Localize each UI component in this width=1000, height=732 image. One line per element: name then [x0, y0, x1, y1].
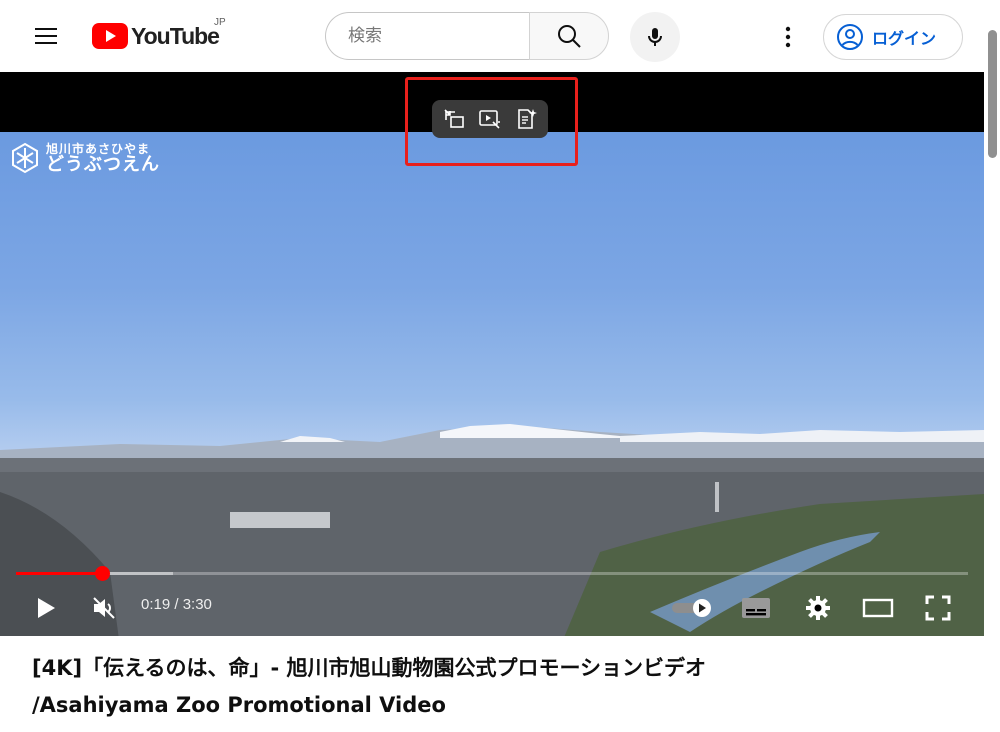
- search-box[interactable]: [325, 12, 530, 60]
- login-button[interactable]: ログイン: [823, 14, 963, 60]
- settings-more-button[interactable]: [770, 17, 806, 57]
- gear-icon: [806, 596, 830, 620]
- video-title: [4K]「伝えるのは、命」- 旭川市旭山動物園公式プロモーションビデオ /Asa…: [32, 650, 932, 724]
- autoplay-toggle[interactable]: [668, 586, 716, 630]
- zoo-logo: 旭川市あさひやま どうぶつえん: [10, 142, 160, 176]
- summary-ai-button[interactable]: [510, 103, 542, 135]
- summary-ai-icon: [518, 109, 537, 129]
- video-title-line2: /Asahiyama Zoo Promotional Video: [32, 693, 446, 717]
- theater-mode-button[interactable]: [858, 586, 898, 630]
- zoo-snowflake-logo-icon: [12, 142, 38, 174]
- progress-bar[interactable]: [16, 566, 968, 581]
- search-icon: [558, 25, 581, 48]
- video-title-line1: [4K]「伝えるのは、命」- 旭川市旭山動物園公式プロモーションビデオ: [32, 656, 707, 680]
- time-display: 0:19 / 3:30: [141, 596, 212, 613]
- subtitles-icon: [742, 598, 770, 618]
- hamburger-icon: [35, 28, 57, 44]
- player-controls: 0:19 / 3:30: [0, 580, 984, 636]
- video-ai-button[interactable]: [474, 103, 506, 135]
- video-scenery: [0, 424, 984, 636]
- progress-played: [16, 572, 102, 575]
- video-ai-icon: [479, 110, 500, 129]
- zoo-logo-line2: どうぶつえん: [46, 153, 160, 175]
- progress-scrubber[interactable]: [94, 566, 110, 581]
- country-code: JP: [214, 17, 226, 28]
- overlay-toolbar: [432, 100, 548, 138]
- masthead: YouTube JP ログイン: [0, 0, 984, 72]
- video-player[interactable]: 旭川市あさひやま どうぶつえん 0:19 / 3:30: [0, 72, 984, 636]
- swap-screen-button[interactable]: [438, 103, 470, 135]
- subtitles-button[interactable]: [738, 586, 774, 630]
- page-scrollbar[interactable]: [984, 0, 1000, 732]
- volume-muted-icon: [93, 597, 115, 619]
- account-circle-icon: [837, 24, 863, 50]
- scrollbar-thumb[interactable]: [988, 30, 997, 158]
- menu-button[interactable]: [22, 16, 70, 56]
- theater-mode-icon: [862, 598, 894, 618]
- fullscreen-button[interactable]: [918, 586, 958, 630]
- settings-button[interactable]: [800, 586, 836, 630]
- search-button[interactable]: [529, 12, 609, 60]
- more-vert-icon: [785, 26, 791, 48]
- youtube-logo[interactable]: YouTube: [92, 20, 220, 52]
- play-button[interactable]: [28, 586, 64, 630]
- youtube-play-logo-icon: [92, 23, 128, 49]
- video-frame[interactable]: 旭川市あさひやま どうぶつえん: [0, 132, 984, 636]
- login-label: ログイン: [872, 29, 937, 48]
- fullscreen-icon: [925, 595, 951, 621]
- microphone-icon: [648, 28, 662, 46]
- mute-button[interactable]: [86, 586, 122, 630]
- autoplay-toggle-icon: [672, 599, 711, 617]
- voice-search-button[interactable]: [630, 12, 680, 62]
- swap-screen-icon: [444, 109, 464, 128]
- youtube-logo-text: YouTube: [131, 22, 220, 49]
- search-input[interactable]: [346, 25, 520, 47]
- play-icon: [38, 598, 55, 618]
